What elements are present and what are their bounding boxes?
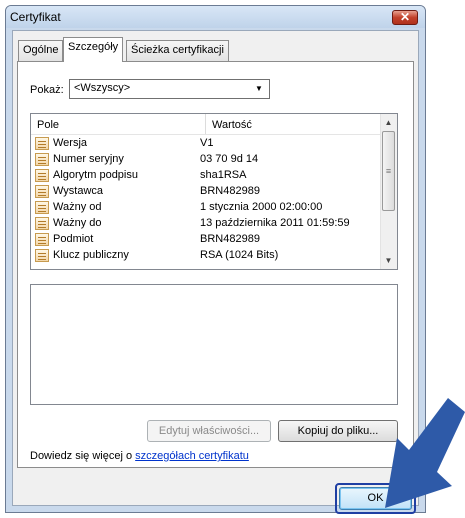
field-name: Algorytm podpisu <box>53 169 138 181</box>
field-name: Wystawca <box>53 185 104 197</box>
show-filter-value: <Wszyscy> <box>74 82 131 94</box>
scroll-up-icon[interactable]: ▲ <box>380 114 397 131</box>
list-item[interactable]: Wystawca BRN482989 <box>31 184 380 199</box>
column-header-field[interactable]: Pole <box>31 114 205 135</box>
field-value: V1 <box>200 137 214 149</box>
show-filter-label: Pokaż: <box>30 84 64 96</box>
field-value: 13 października 2011 01:59:59 <box>200 217 350 229</box>
list-item[interactable]: Ważny do 13 października 2011 01:59:59 <box>31 216 380 231</box>
pointer-arrow-icon <box>385 398 465 508</box>
certificate-field-icon <box>35 249 49 262</box>
title-bar <box>6 6 425 28</box>
window-title: Certyfikat <box>10 10 61 24</box>
field-name: Klucz publiczny <box>53 249 129 261</box>
field-value: BRN482989 <box>200 233 260 245</box>
scrollbar-thumb[interactable]: ≡ <box>382 131 395 211</box>
list-item[interactable]: Algorytm podpisu sha1RSA <box>31 168 380 183</box>
certificate-field-icon <box>35 169 49 182</box>
close-button[interactable]: ✕ <box>392 10 418 25</box>
field-value: 03 70 9d 14 <box>200 153 259 165</box>
certificate-field-icon <box>35 185 49 198</box>
field-name: Numer seryjny <box>53 153 124 165</box>
field-name: Ważny do <box>53 217 102 229</box>
pointer-arrow-shape <box>385 398 465 508</box>
field-value: BRN482989 <box>200 185 260 197</box>
field-detail-box[interactable] <box>30 284 398 405</box>
certificate-field-icon <box>35 217 49 230</box>
certificate-details-link[interactable]: szczegółach certyfikatu <box>135 450 249 462</box>
list-item[interactable]: Numer seryjny 03 70 9d 14 <box>31 152 380 167</box>
edit-properties-button[interactable]: Edytuj właściwości... <box>147 420 271 442</box>
column-divider[interactable] <box>205 114 206 134</box>
show-filter-dropdown[interactable]: <Wszyscy> <box>69 79 270 99</box>
field-value: sha1RSA <box>200 169 247 181</box>
header-divider <box>31 134 380 135</box>
list-item[interactable]: Podmiot BRN482989 <box>31 232 380 247</box>
certificate-field-icon <box>35 137 49 150</box>
field-value: 1 stycznia 2000 02:00:00 <box>200 201 323 213</box>
chevron-down-icon[interactable]: ▼ <box>252 82 266 96</box>
field-name: Wersja <box>53 137 88 149</box>
column-header-value[interactable]: Wartość <box>206 114 380 135</box>
tab-details[interactable]: Szczegóły <box>63 37 124 62</box>
field-name: Ważny od <box>53 201 102 213</box>
learn-more-prefix: Dowiedz się więcej o <box>30 450 136 462</box>
field-name: Podmiot <box>53 233 94 245</box>
certificate-field-icon <box>35 233 49 246</box>
tab-general[interactable]: Ogólne <box>18 40 64 61</box>
list-item[interactable]: Ważny od 1 stycznia 2000 02:00:00 <box>31 200 380 215</box>
list-item[interactable]: Wersja V1 <box>31 136 380 151</box>
scroll-down-icon[interactable]: ▼ <box>380 252 397 269</box>
learn-more-text: Dowiedz się więcej o szczegółach certyfi… <box>30 450 249 462</box>
certificate-field-icon <box>35 153 49 166</box>
list-item[interactable]: Klucz publiczny RSA (1024 Bits) <box>31 248 380 268</box>
field-value: RSA (1024 Bits) <box>200 249 279 261</box>
certificate-field-icon <box>35 201 49 214</box>
tab-certification-path[interactable]: Ścieżka certyfikacji <box>126 40 229 61</box>
